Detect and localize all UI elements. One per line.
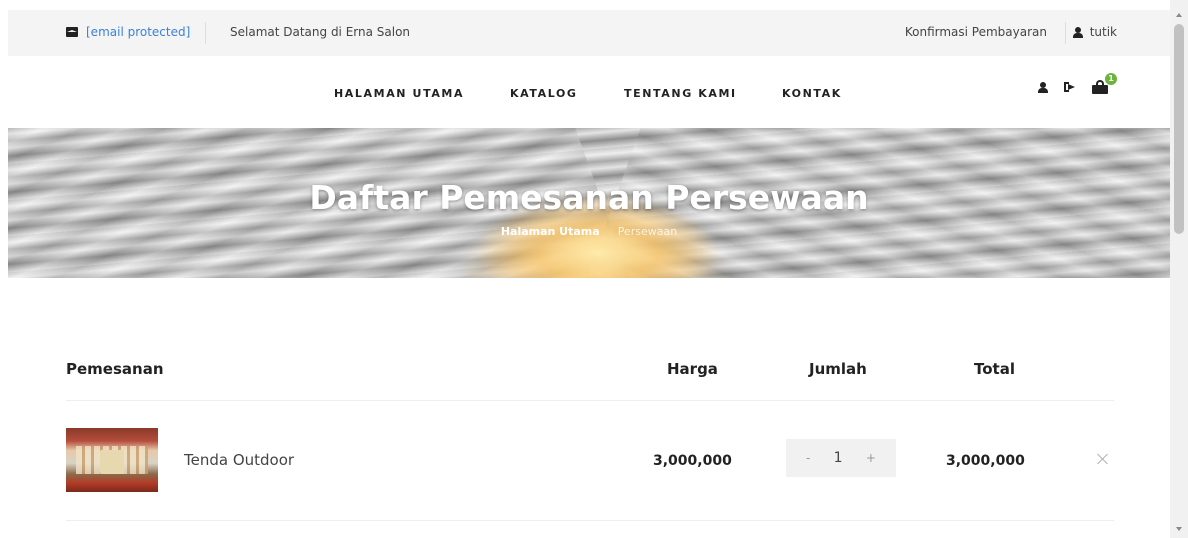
quantity-stepper[interactable]: - 1 + <box>786 439 896 477</box>
column-header-pemesanan: Pemesanan <box>66 360 164 378</box>
nav-item-kontak[interactable]: KONTAK <box>782 87 842 100</box>
main-nav: HALAMAN UTAMA KATALOG TENTANG KAMI KONTA… <box>8 56 1170 128</box>
cart-button[interactable]: 1 <box>1092 73 1117 94</box>
decrease-quantity-button[interactable]: - <box>806 451 810 465</box>
increase-quantity-button[interactable]: + <box>866 451 876 465</box>
divider <box>205 22 206 44</box>
page-scrollbar[interactable] <box>1170 0 1188 538</box>
product-price: 3,000,000 <box>653 453 732 469</box>
column-header-jumlah: Jumlah <box>809 360 867 378</box>
breadcrumb-home[interactable]: Halaman Utama <box>501 225 600 238</box>
breadcrumb-current: Persewaan <box>617 225 678 238</box>
welcome-text: Selamat Datang di Erna Salon <box>230 25 411 39</box>
divider <box>1065 22 1066 44</box>
confirm-payment-link[interactable]: Konfirmasi Pembayaran <box>905 25 1047 39</box>
table-divider <box>66 520 1114 521</box>
column-header-harga: Harga <box>667 360 718 378</box>
sign-out-icon[interactable] <box>1064 82 1076 92</box>
scrollbar-thumb[interactable] <box>1174 24 1184 234</box>
scroll-down-arrow-icon[interactable] <box>1176 527 1182 531</box>
nav-item-katalog[interactable]: KATALOG <box>510 87 578 100</box>
page-title: Daftar Pemesanan Persewaan <box>309 178 869 217</box>
user-account-link[interactable]: tutik <box>1072 25 1117 39</box>
nav-item-tentang-kami[interactable]: TENTANG KAMI <box>624 87 737 100</box>
table-divider <box>66 400 1114 401</box>
username-label: tutik <box>1089 25 1117 39</box>
column-header-total: Total <box>974 360 1015 378</box>
scroll-up-arrow-icon[interactable] <box>1176 13 1182 17</box>
email-link[interactable]: [email protected] <box>86 25 190 39</box>
product-name[interactable]: Tenda Outdoor <box>184 451 294 469</box>
nav-icons: 1 <box>1038 73 1117 94</box>
quantity-value[interactable]: 1 <box>834 450 843 466</box>
envelope-icon <box>66 27 78 37</box>
user-icon <box>1072 26 1083 38</box>
nav-item-halaman-utama[interactable]: HALAMAN UTAMA <box>334 87 464 100</box>
email-contact[interactable]: [email protected] <box>66 25 190 39</box>
remove-item-icon[interactable] <box>1096 452 1110 466</box>
line-total: 3,000,000 <box>946 453 1025 469</box>
top-bar: [email protected] Selamat Datang di Erna… <box>8 10 1170 56</box>
cart-count-badge: 1 <box>1105 73 1117 85</box>
breadcrumb: Halaman Utama Persewaan <box>8 225 1170 238</box>
product-image[interactable] <box>66 428 158 492</box>
account-icon[interactable] <box>1038 81 1048 93</box>
page-banner: Daftar Pemesanan Persewaan Halaman Utama… <box>8 128 1170 278</box>
